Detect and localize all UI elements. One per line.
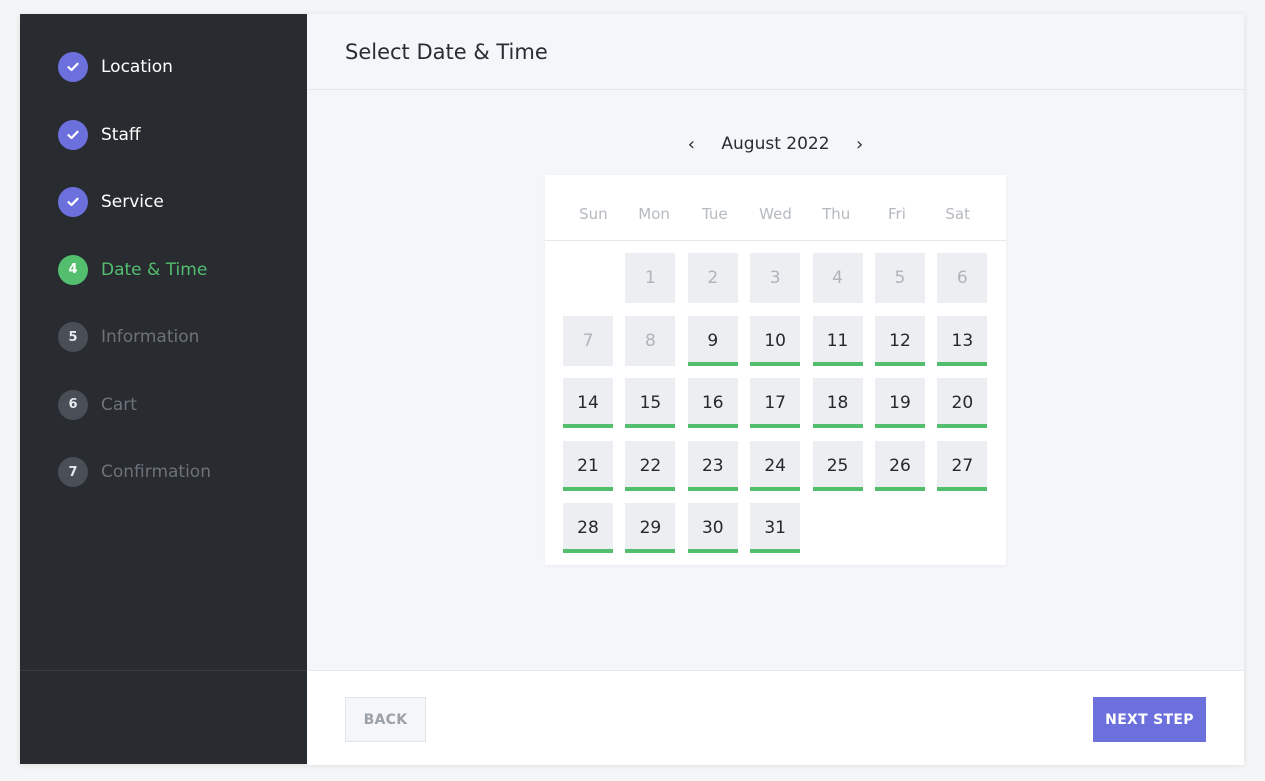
- disabled-day: 7: [563, 315, 613, 366]
- available-day[interactable]: 26: [874, 440, 925, 491]
- chevron-right-icon[interactable]: ›: [848, 132, 872, 156]
- weekday-label: Mon: [638, 205, 670, 223]
- step-label: Information: [101, 327, 200, 347]
- step-date-time[interactable]: 4 Date & Time: [58, 254, 211, 285]
- sidebar-divider: [20, 670, 307, 671]
- available-day[interactable]: 30: [687, 503, 738, 553]
- step-label: Date & Time: [101, 259, 208, 280]
- step-confirmation[interactable]: 7 Confirmation: [58, 457, 211, 487]
- steps-sidebar: Location Staff Service 4 Date & Time 5 Informa…: [20, 14, 307, 764]
- weekday-label: Tue: [701, 205, 728, 223]
- day-grid: 1 2 3 4 5 6 7 8 9 10 11 12 13 14 15 16 17 18 19 20 21 22 23 24 2…: [545, 241, 1006, 553]
- footer-bar: BACK NEXT STEP: [307, 670, 1244, 765]
- step-number: 7: [58, 457, 88, 487]
- month-navigation: ‹ August 2022 ›: [307, 132, 1244, 156]
- weekday-label: Wed: [759, 205, 792, 223]
- available-day[interactable]: 28: [563, 503, 613, 553]
- main-content: Select Date & Time ‹ August 2022 › Sun Mo…: [307, 14, 1244, 765]
- step-service[interactable]: Service: [58, 187, 211, 217]
- step-staff[interactable]: Staff: [58, 119, 211, 150]
- page-title: Select Date & Time: [345, 39, 548, 64]
- weekday-label: Sun: [579, 205, 608, 223]
- available-day[interactable]: 27: [937, 440, 988, 491]
- disabled-day: 8: [625, 315, 676, 366]
- calendar: Sun Mon Tue Wed Thu Fri Sat 1 2 3 4 5 6 7 8 9 10 11 12 13 1…: [545, 175, 1006, 565]
- available-day[interactable]: 21: [563, 440, 613, 491]
- available-day[interactable]: 16: [687, 378, 738, 428]
- step-location[interactable]: Location: [58, 52, 211, 82]
- steps-list: Location Staff Service 4 Date & Time 5 Informa…: [58, 52, 211, 525]
- available-day[interactable]: 18: [812, 378, 863, 428]
- available-day[interactable]: 23: [687, 440, 738, 491]
- available-day[interactable]: 24: [750, 440, 801, 491]
- empty-day-cell: [563, 253, 613, 303]
- disabled-day: 3: [750, 253, 801, 303]
- available-day[interactable]: 10: [750, 315, 801, 366]
- booking-panel: Location Staff Service 4 Date & Time 5 Informa…: [20, 14, 1244, 765]
- available-day[interactable]: 25: [812, 440, 863, 491]
- check-icon: [58, 52, 88, 82]
- disabled-day: 1: [625, 253, 676, 303]
- step-information[interactable]: 5 Information: [58, 322, 211, 352]
- disabled-day: 2: [687, 253, 738, 303]
- step-label: Confirmation: [101, 462, 211, 482]
- check-icon: [58, 187, 88, 217]
- available-day[interactable]: 12: [874, 315, 925, 366]
- available-day[interactable]: 22: [625, 440, 676, 491]
- step-cart[interactable]: 6 Cart: [58, 389, 211, 420]
- next-step-button[interactable]: NEXT STEP: [1093, 697, 1206, 742]
- available-day[interactable]: 15: [625, 378, 676, 428]
- main-header: Select Date & Time: [307, 14, 1244, 90]
- available-day[interactable]: 29: [625, 503, 676, 553]
- step-number: 5: [58, 322, 88, 352]
- available-day[interactable]: 11: [812, 315, 863, 366]
- step-label: Location: [101, 57, 173, 77]
- weekday-label: Thu: [822, 205, 851, 223]
- step-number: 6: [58, 389, 88, 420]
- disabled-day: 5: [874, 253, 925, 303]
- available-day[interactable]: 19: [874, 378, 925, 428]
- month-label: August 2022: [721, 134, 830, 154]
- chevron-left-icon[interactable]: ‹: [679, 132, 703, 156]
- available-day[interactable]: 14: [563, 378, 613, 428]
- available-day[interactable]: 9: [687, 315, 738, 366]
- step-label: Service: [101, 192, 164, 212]
- step-label: Cart: [101, 394, 137, 415]
- back-button[interactable]: BACK: [345, 697, 426, 742]
- step-label: Staff: [101, 124, 141, 145]
- weekday-header: Sun Mon Tue Wed Thu Fri Sat: [545, 175, 1006, 241]
- disabled-day: 4: [812, 253, 863, 303]
- step-number: 4: [58, 254, 88, 285]
- disabled-day: 6: [937, 253, 988, 303]
- available-day[interactable]: 13: [937, 315, 988, 366]
- check-icon: [58, 119, 88, 150]
- available-day[interactable]: 17: [750, 378, 801, 428]
- weekday-label: Fri: [888, 205, 906, 223]
- available-day[interactable]: 31: [750, 503, 801, 553]
- weekday-label: Sat: [945, 205, 970, 223]
- available-day[interactable]: 20: [937, 378, 988, 428]
